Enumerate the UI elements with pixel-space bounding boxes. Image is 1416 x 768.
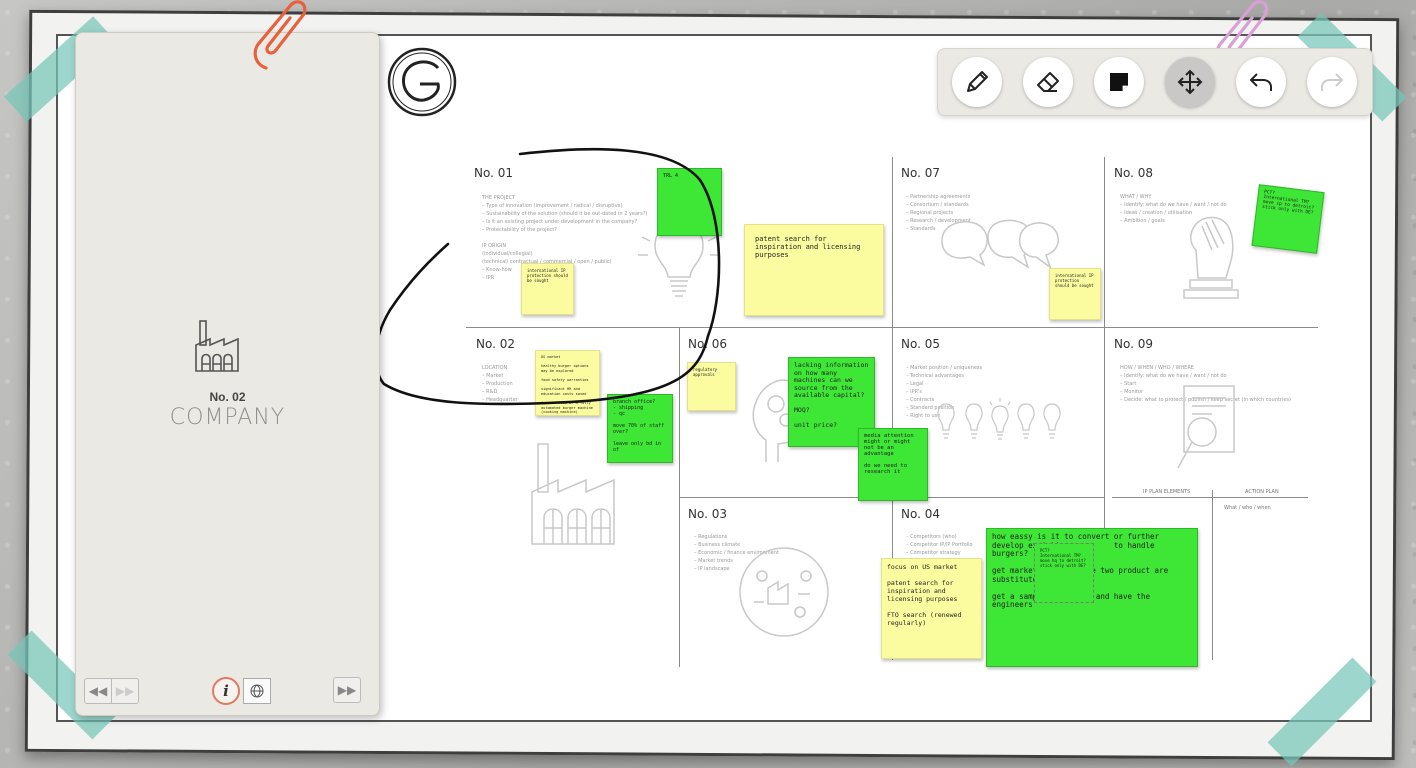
redo-button[interactable] bbox=[1307, 57, 1357, 107]
undo-icon bbox=[1250, 73, 1272, 91]
section-title-08: No. 08 bbox=[1114, 166, 1154, 180]
eraser-tool-button[interactable] bbox=[1023, 57, 1073, 107]
sticky-note-icon bbox=[1110, 73, 1128, 91]
section-title-05: No. 05 bbox=[901, 337, 941, 351]
drawing-toolbar bbox=[937, 48, 1373, 116]
grid-line bbox=[1112, 497, 1308, 498]
sticky-note-patent-search[interactable]: patent search for inspiration and licens… bbox=[744, 224, 884, 316]
section-bullets-04: – Competitors (who) – Competitor IP/IP P… bbox=[906, 534, 973, 556]
move-tool-button[interactable] bbox=[1165, 57, 1215, 107]
sticky-note-focus-us[interactable]: focus on US market patent search for ins… bbox=[881, 558, 982, 659]
pencil-icon bbox=[967, 71, 988, 92]
nav-next-disabled-button[interactable]: ▶▶ bbox=[111, 678, 139, 704]
move-icon bbox=[1177, 69, 1203, 95]
nav-forward-button[interactable]: ▶▶ bbox=[333, 677, 361, 703]
sticky-note-pct-08[interactable]: PCT? International TM? move ip to detroi… bbox=[1251, 184, 1325, 254]
globe-button[interactable] bbox=[243, 678, 271, 704]
chess-knight-icon bbox=[1183, 216, 1239, 299]
sticky-note-pct-04[interactable]: PCT? International TM? move hq to detroi… bbox=[1034, 543, 1094, 603]
brand-logo bbox=[387, 47, 457, 117]
factory-icon bbox=[195, 320, 239, 372]
paperclip-red bbox=[253, 0, 307, 70]
section-title-09: No. 09 bbox=[1114, 337, 1154, 351]
document-magnifier-icon bbox=[1177, 385, 1235, 469]
pencil-tool-button[interactable] bbox=[952, 57, 1002, 107]
action-plan-label: ACTION PLAN bbox=[1245, 489, 1279, 495]
freehand-drawing[interactable] bbox=[370, 140, 730, 412]
panel-section-title: COMPANY bbox=[169, 405, 286, 430]
speech-bubbles-icon bbox=[941, 219, 1059, 269]
section-title-04: No. 04 bbox=[901, 507, 941, 521]
sticky-note-tool-button[interactable] bbox=[1094, 57, 1144, 107]
section-title-07: No. 07 bbox=[901, 166, 941, 180]
lightbulbs-row-icon bbox=[937, 398, 1061, 440]
sticky-note-media[interactable]: media attention might or might not be an… bbox=[858, 428, 928, 501]
grid-line bbox=[1212, 490, 1213, 660]
action-plan-row: What / who / when bbox=[1224, 505, 1271, 511]
eraser-icon bbox=[1037, 72, 1059, 92]
globe-icon bbox=[250, 684, 264, 698]
redo-icon bbox=[1321, 73, 1343, 91]
panel-section-number: No. 02 bbox=[209, 390, 246, 404]
undo-button[interactable] bbox=[1236, 57, 1286, 107]
section-info-panel: No. 02 COMPANY ◀◀ ▶▶ i ▶▶ bbox=[75, 32, 380, 716]
environment-circle-icon bbox=[739, 547, 829, 637]
nav-prev-button[interactable]: ◀◀ bbox=[84, 678, 112, 704]
ip-plan-elements-label: IP PLAN ELEMENTS bbox=[1143, 489, 1191, 495]
section-title-03: No. 03 bbox=[688, 507, 728, 521]
info-button[interactable]: i bbox=[212, 677, 240, 705]
sticky-note-ip-protection-07[interactable]: international IP protection should be so… bbox=[1049, 268, 1101, 320]
